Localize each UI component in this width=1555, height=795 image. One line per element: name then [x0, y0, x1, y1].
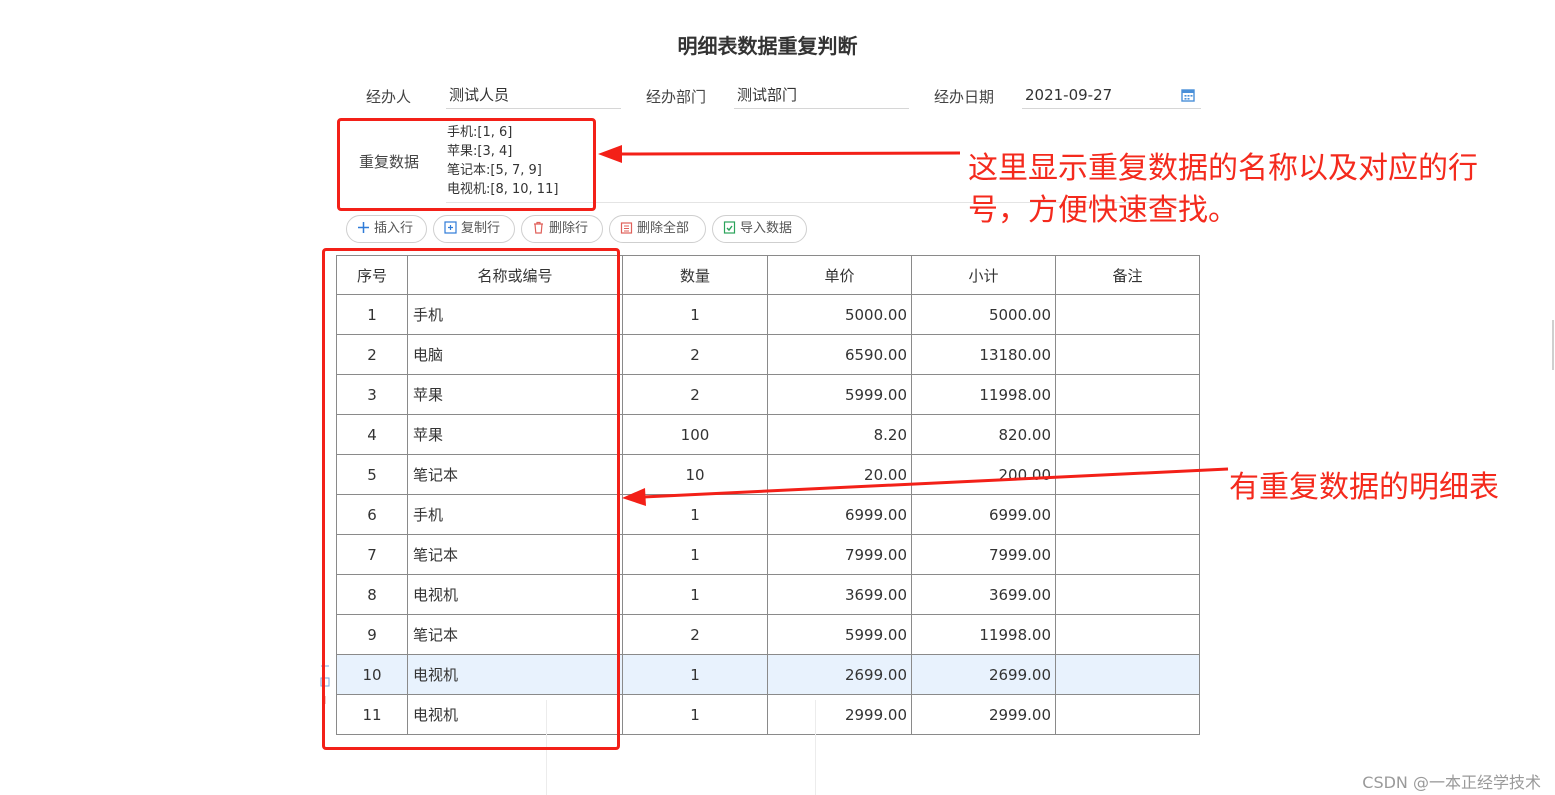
arrow-to-table — [622, 467, 1229, 506]
watermark: CSDN @一本正经学技术 — [1362, 773, 1541, 792]
duplicates-annotation: 这里显示重复数据的名称以及对应的行 号，方便快速查找。 — [968, 151, 1478, 228]
annotation-arrows — [598, 145, 1229, 506]
table-annotation: 有重复数据的明细表 — [1229, 470, 1499, 505]
arrow-to-duplicates — [598, 145, 961, 163]
